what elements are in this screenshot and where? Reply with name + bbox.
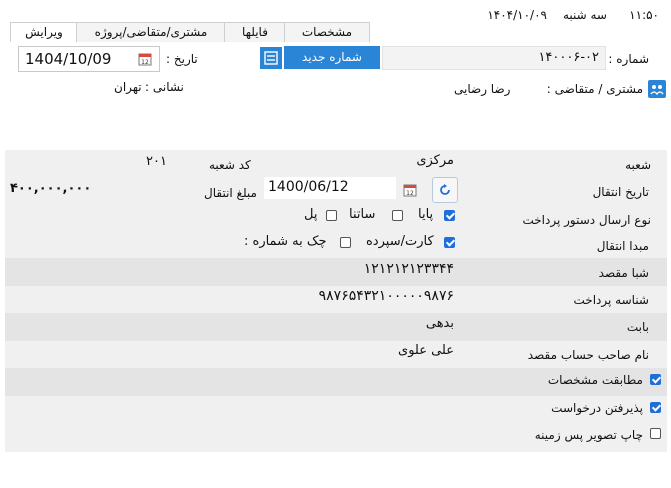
number-field[interactable]: ۱۴۰۰۰۶-۰۲ [382, 46, 606, 70]
checkbox-accept-request[interactable] [650, 402, 661, 413]
checkbox-accept-request-label: پذیرفتن درخواست [551, 401, 643, 415]
address-label: نشانی : [145, 80, 184, 94]
tab-strip: ویرایش مشتری/متقاضی/پروژه فایلها مشخصات [8, 22, 668, 44]
svg-text:12: 12 [406, 190, 414, 197]
refresh-icon[interactable] [432, 177, 458, 203]
payment-id-field[interactable]: ۹۸۷۶۵۴۳۲۱۰۰۰۰۰۹۸۷۶ [8, 286, 458, 310]
calendar-icon[interactable]: 12 [137, 51, 153, 66]
owner-field[interactable]: علی علوی [8, 341, 458, 365]
checkbox-match-specs[interactable] [650, 374, 661, 385]
calendar-icon-transfer[interactable]: 12 [402, 182, 418, 198]
checkbox-cheque[interactable] [340, 237, 351, 248]
svg-text:12: 12 [141, 59, 149, 66]
customer-label: مشتری / متقاضی : [546, 82, 643, 96]
checkbox-pol[interactable] [326, 210, 337, 221]
order-type-label: نوع ارسال دستور پرداخت [522, 213, 651, 227]
checkbox-match-specs-label: مطابقت مشخصات [547, 373, 643, 387]
transfer-amount-label: مبلغ انتقال [204, 186, 257, 200]
transfer-amount-field[interactable]: ۴۰۰,۰۰۰,۰۰۰ [8, 178, 198, 200]
cheque-number-field[interactable] [8, 232, 236, 254]
branch-field[interactable]: مرکزی [270, 150, 460, 174]
branch-code-label: کد شعبه [209, 158, 251, 172]
tab-specs[interactable]: مشخصات [284, 22, 370, 43]
tab-files[interactable]: فایلها [224, 22, 286, 43]
reason-field[interactable]: بدهی [8, 314, 458, 338]
checkbox-pol-label: پل [304, 207, 318, 222]
date-label: تاریخ : [166, 52, 198, 66]
reason-label: بابت [626, 320, 649, 334]
checkbox-card-deposit-label: کارت/سپرده [366, 234, 434, 249]
clock-text: ۱۱:۵۰ [629, 8, 659, 22]
transfer-date-field[interactable]: 1400/06/12 [264, 177, 396, 199]
number-label: شماره : [608, 52, 649, 66]
checkbox-print-background[interactable] [650, 428, 661, 439]
checkbox-paya[interactable] [444, 210, 455, 221]
checkbox-paya-label: پایا [418, 207, 434, 222]
calculator-icon[interactable] [260, 47, 282, 69]
origin-label: مبدا انتقال [596, 239, 649, 253]
tab-edit[interactable]: ویرایش [10, 22, 78, 44]
checkbox-card-deposit[interactable] [444, 237, 455, 248]
new-number-button[interactable]: شماره جدید [284, 46, 380, 69]
checkbox-print-background-label: چاپ تصویر پس زمینه [534, 428, 643, 442]
bottom-edge [0, 462, 671, 488]
date-field[interactable]: 1404/10/09 12 [18, 46, 160, 72]
payment-id-label: شناسه پرداخت [573, 293, 649, 307]
tab-customer-project[interactable]: مشتری/متقاضی/پروژه [76, 22, 226, 43]
address-value: تهران [114, 80, 142, 94]
transfer-date-label: تاریخ انتقال [592, 185, 649, 199]
sheba-field[interactable]: ۱۲۱۲۱۲۱۲۳۳۴۴ [8, 259, 458, 283]
customer-icon[interactable] [648, 80, 666, 98]
checkbox-cheque-label: چک به شماره : [244, 234, 327, 249]
branch-code-field[interactable]: ۲۰۱ [70, 150, 170, 172]
checkbox-satna[interactable] [392, 210, 403, 221]
checkbox-satna-label: ساتنا [349, 207, 376, 222]
branch-label: شعبه [625, 158, 651, 172]
customer-value: رضا رضایی [454, 82, 511, 96]
date-text: ۱۴۰۴/۱۰/۰۹ [487, 8, 547, 22]
owner-label: نام صاحب حساب مقصد [527, 348, 649, 362]
sheba-label: شبا مقصد [598, 266, 649, 280]
weekday-text: سه شنبه [562, 8, 607, 22]
